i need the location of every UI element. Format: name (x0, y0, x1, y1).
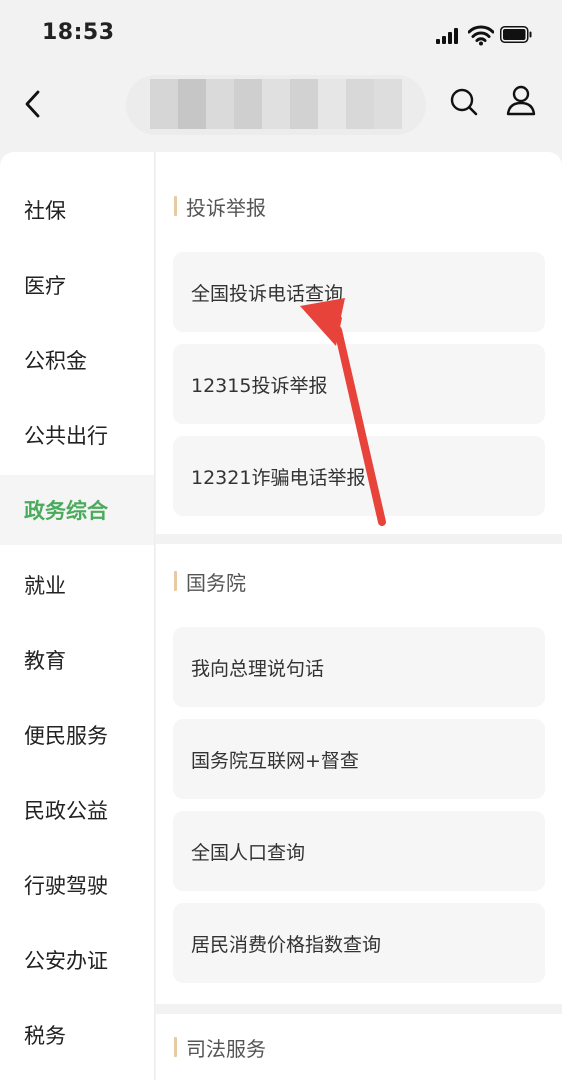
category-sidebar: 社保 医疗 公积金 公共出行 政务综合 就业 教育 便民服务 民政公益 行驶驾驶… (0, 152, 155, 1080)
sidebar-item-police-certificates[interactable]: 公安办证 (0, 925, 154, 995)
navigation-bar (0, 70, 562, 150)
cellular-signal-icon (436, 28, 462, 44)
section-marker (174, 571, 177, 591)
sidebar-item-social-security[interactable]: 社保 (0, 175, 154, 245)
status-bar: 18:53 (0, 0, 562, 70)
service-item[interactable]: 全国人口查询 (173, 811, 545, 891)
section-complaints: 投诉举报 全国投诉电话查询 12315投诉举报 12321诈骗电话举报 (156, 152, 562, 534)
battery-icon (500, 26, 532, 43)
service-item-label: 全国人口查询 (191, 841, 306, 864)
service-item-label: 12315投诉举报 (191, 374, 328, 397)
sidebar-item-education[interactable]: 教育 (0, 625, 154, 695)
section-marker (174, 196, 177, 216)
sidebar-item-label: 行驶驾驶 (24, 874, 108, 898)
sidebar-item-label: 政务综合 (24, 499, 108, 523)
sidebar-item-driving[interactable]: 行驶驾驶 (0, 850, 154, 920)
sidebar-item-government-affairs[interactable]: 政务综合 (0, 475, 154, 545)
section-header: 国务院 (174, 566, 554, 596)
service-item-label: 全国投诉电话查询 (191, 282, 344, 305)
sidebar-item-label: 民政公益 (24, 799, 108, 823)
sidebar-item-label: 公积金 (24, 349, 87, 373)
service-item-label: 我向总理说句话 (191, 657, 325, 680)
section-state-council: 国务院 我向总理说句话 国务院互联网+督查 全国人口查询 居民消费价格指数查询 (156, 544, 562, 1004)
sidebar-item-label: 社保 (24, 199, 66, 223)
service-item-label: 国务院互联网+督查 (191, 749, 359, 772)
service-item[interactable]: 国务院互联网+督查 (173, 719, 545, 799)
service-item[interactable]: 我向总理说句话 (173, 627, 545, 707)
sidebar-item-employment[interactable]: 就业 (0, 550, 154, 620)
sidebar-item-tax[interactable]: 税务 (0, 1000, 154, 1070)
blurred-title-image (150, 79, 402, 129)
service-item-label: 12321诈骗电话举报 (191, 466, 366, 489)
status-time: 18:53 (42, 20, 115, 45)
section-header: 司法服务 (174, 1032, 554, 1062)
sidebar-item-label: 公安办证 (24, 949, 108, 973)
sidebar-item-civil-welfare[interactable]: 民政公益 (0, 775, 154, 845)
section-judicial: 司法服务 (156, 1014, 562, 1080)
section-title: 司法服务 (186, 1036, 266, 1061)
section-marker (174, 1037, 177, 1057)
section-title: 投诉举报 (186, 195, 266, 220)
wifi-icon (468, 25, 494, 46)
service-item[interactable]: 12321诈骗电话举报 (173, 436, 545, 516)
section-title: 国务院 (186, 570, 246, 595)
sidebar-item-convenience[interactable]: 便民服务 (0, 700, 154, 770)
sidebar-item-housing-fund[interactable]: 公积金 (0, 325, 154, 395)
sidebar-item-label: 公共出行 (24, 424, 108, 448)
search-icon[interactable] (446, 84, 482, 120)
sidebar-item-public-transport[interactable]: 公共出行 (0, 400, 154, 470)
section-header: 投诉举报 (174, 191, 554, 221)
sidebar-item-label: 税务 (24, 1024, 66, 1048)
service-list: 投诉举报 全国投诉电话查询 12315投诉举报 12321诈骗电话举报 国务院 … (156, 152, 562, 1080)
sidebar-item-label: 医疗 (24, 274, 66, 298)
chevron-left-icon[interactable] (16, 86, 52, 122)
user-icon[interactable] (503, 82, 539, 118)
sidebar-item-label: 便民服务 (24, 724, 108, 748)
sidebar-item-label: 教育 (24, 649, 66, 673)
service-item[interactable]: 全国投诉电话查询 (173, 252, 545, 332)
service-item[interactable]: 居民消费价格指数查询 (173, 903, 545, 983)
sidebar-item-medical[interactable]: 医疗 (0, 250, 154, 320)
page-title (126, 75, 426, 135)
service-item[interactable]: 12315投诉举报 (173, 344, 545, 424)
service-item-label: 居民消费价格指数查询 (191, 933, 382, 956)
sidebar-item-label: 就业 (24, 574, 66, 598)
